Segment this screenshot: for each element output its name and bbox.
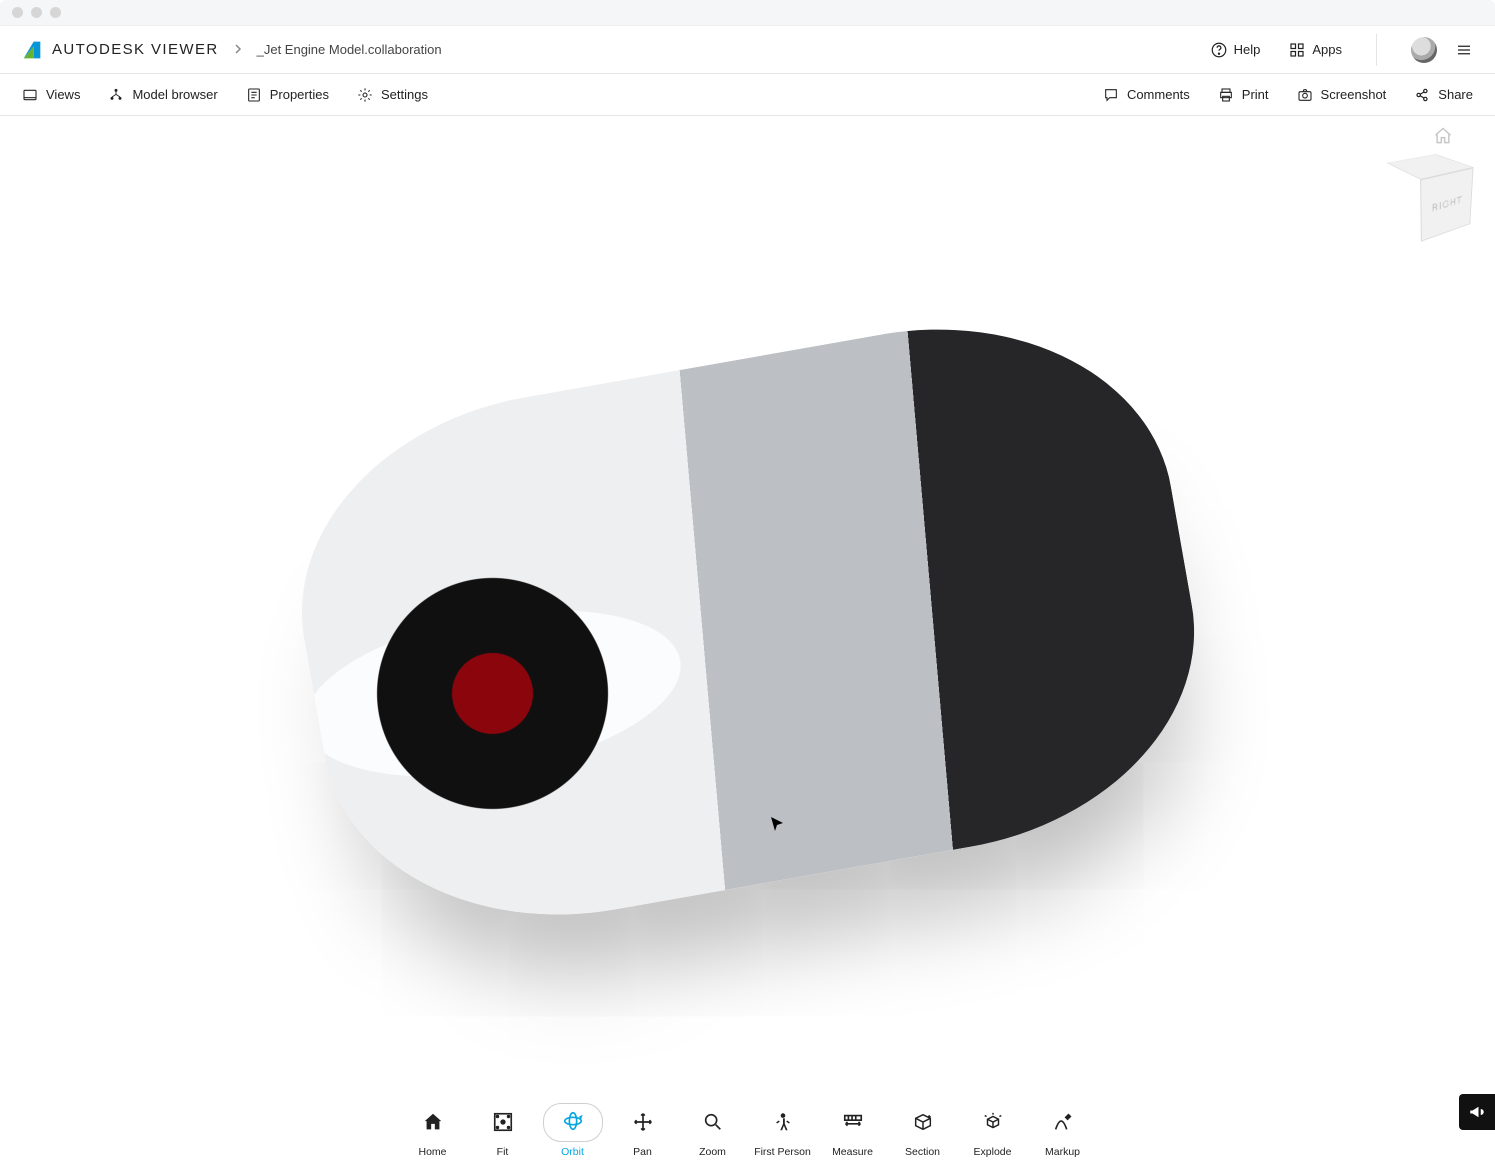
tool-explode-label: Explode	[974, 1146, 1012, 1158]
viewcube-face-right[interactable]: RIGHT	[1420, 167, 1473, 242]
views-icon	[22, 87, 38, 103]
tool-orbit-label: Orbit	[561, 1146, 584, 1158]
hamburger-menu-button[interactable]	[1455, 41, 1473, 59]
section-icon	[912, 1111, 934, 1133]
tree-icon	[108, 87, 124, 103]
tool-measure-label: Measure	[832, 1146, 873, 1158]
measure-icon	[842, 1111, 864, 1133]
tool-orbit[interactable]: Orbit	[538, 1097, 608, 1164]
screenshot-button[interactable]: Screenshot	[1297, 87, 1387, 103]
tool-pan[interactable]: Pan	[608, 1099, 678, 1164]
brand-name: AUTODESK VIEWER	[52, 41, 219, 58]
fit-icon	[492, 1111, 514, 1133]
help-icon	[1210, 41, 1228, 59]
traffic-light-close[interactable]	[12, 7, 23, 18]
share-label: Share	[1438, 87, 1473, 102]
brand[interactable]: AUTODESK VIEWER	[22, 40, 219, 60]
tool-section-label: Section	[905, 1146, 940, 1158]
tool-firstperson[interactable]: First Person	[748, 1099, 818, 1164]
header-secondary: Views Model browser Properties Settings …	[0, 74, 1495, 116]
tool-firstperson-label: First Person	[754, 1146, 811, 1158]
share-icon	[1414, 87, 1430, 103]
viewcube-home-button[interactable]	[1433, 126, 1453, 151]
traffic-light-zoom[interactable]	[50, 7, 61, 18]
camera-icon	[1297, 87, 1313, 103]
tool-section[interactable]: Section	[888, 1099, 958, 1164]
model-jet-engine[interactable]	[269, 289, 1226, 954]
print-label: Print	[1242, 87, 1269, 102]
user-avatar[interactable]	[1411, 37, 1437, 63]
help-button[interactable]: Help	[1210, 41, 1261, 59]
zoom-icon	[702, 1111, 724, 1133]
cursor-icon	[770, 816, 786, 837]
firstperson-icon	[772, 1111, 794, 1133]
print-icon	[1218, 87, 1234, 103]
screenshot-label: Screenshot	[1321, 87, 1387, 102]
header-primary: AUTODESK VIEWER _Jet Engine Model.collab…	[0, 26, 1495, 74]
properties-label: Properties	[270, 87, 329, 102]
viewport-3d[interactable]: RIGHT BACK Home Fit Orbit Pan Zoom First Pers…	[0, 116, 1495, 1170]
comment-icon	[1103, 87, 1119, 103]
orbit-icon	[562, 1110, 584, 1132]
tool-zoom[interactable]: Zoom	[678, 1099, 748, 1164]
tool-markup[interactable]: Markup	[1028, 1099, 1098, 1164]
divider	[1376, 34, 1377, 66]
viewcube[interactable]: RIGHT BACK	[1391, 156, 1467, 232]
tool-pan-label: Pan	[633, 1146, 652, 1158]
window-chrome	[0, 0, 1495, 26]
pan-icon	[632, 1111, 654, 1133]
properties-icon	[246, 87, 262, 103]
markup-icon	[1052, 1111, 1074, 1133]
comments-button[interactable]: Comments	[1103, 87, 1190, 103]
apps-button[interactable]: Apps	[1288, 41, 1342, 59]
apps-icon	[1288, 41, 1306, 59]
apps-label: Apps	[1312, 42, 1342, 57]
views-label: Views	[46, 87, 80, 102]
comments-label: Comments	[1127, 87, 1190, 102]
tool-fit-label: Fit	[497, 1146, 509, 1158]
breadcrumb-chevron-icon	[233, 41, 243, 59]
explode-icon	[982, 1111, 1004, 1133]
tool-home[interactable]: Home	[398, 1099, 468, 1164]
gear-icon	[357, 87, 373, 103]
settings-label: Settings	[381, 87, 428, 102]
help-label: Help	[1234, 42, 1261, 57]
tool-zoom-label: Zoom	[699, 1146, 726, 1158]
model-browser-label: Model browser	[132, 87, 217, 102]
toolstrip: Home Fit Orbit Pan Zoom First Person Measure Se…	[0, 1100, 1495, 1170]
tool-explode[interactable]: Explode	[958, 1099, 1028, 1164]
print-button[interactable]: Print	[1218, 87, 1269, 103]
tool-markup-label: Markup	[1045, 1146, 1080, 1158]
properties-button[interactable]: Properties	[246, 87, 329, 103]
file-name: _Jet Engine Model.collaboration	[257, 42, 442, 57]
autodesk-logo-icon	[22, 40, 42, 60]
tool-home-label: Home	[418, 1146, 446, 1158]
views-button[interactable]: Views	[22, 87, 80, 103]
hamburger-icon	[1455, 41, 1473, 59]
tool-fit[interactable]: Fit	[468, 1099, 538, 1164]
share-button[interactable]: Share	[1414, 87, 1473, 103]
model-browser-button[interactable]: Model browser	[108, 87, 217, 103]
tool-measure[interactable]: Measure	[818, 1099, 888, 1164]
home-icon	[422, 1111, 444, 1133]
traffic-light-minimize[interactable]	[31, 7, 42, 18]
settings-button[interactable]: Settings	[357, 87, 428, 103]
